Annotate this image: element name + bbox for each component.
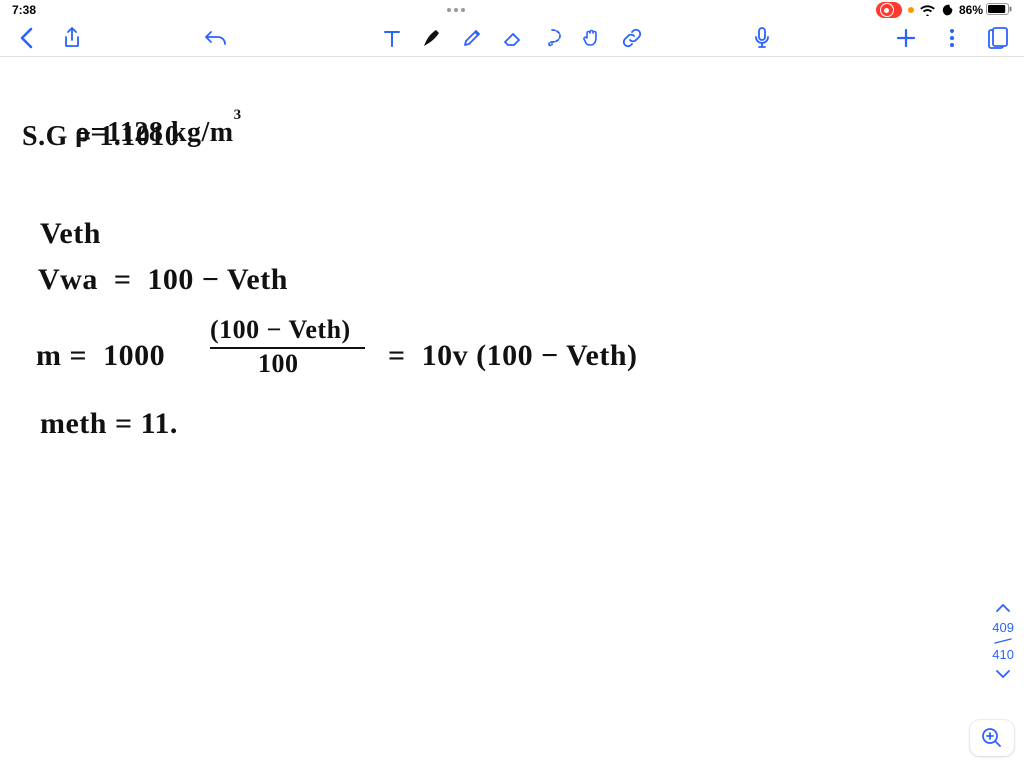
undo-button[interactable] xyxy=(204,26,228,50)
pages-panel-button[interactable] xyxy=(986,26,1010,50)
pen-tool-button[interactable] xyxy=(420,26,444,50)
zoom-button[interactable] xyxy=(970,720,1014,756)
note-fraction: (100 − Veth) 100 xyxy=(210,315,365,379)
note-line-2: S.G = 1.1010 xyxy=(22,121,179,153)
ipad-status-bar: 7:38 86% xyxy=(0,0,1024,20)
dnd-moon-icon xyxy=(941,4,953,16)
add-button[interactable] xyxy=(894,26,918,50)
back-button[interactable] xyxy=(14,26,38,50)
page-divider-icon xyxy=(993,637,1013,645)
handwritten-content: ρ=1128 kg/m3 S.G = 1.1010 Veth Vwa = 100… xyxy=(0,57,1024,768)
more-button[interactable] xyxy=(940,26,964,50)
text-tool-button[interactable] xyxy=(380,26,404,50)
link-tool-button[interactable] xyxy=(620,26,644,50)
microphone-button[interactable] xyxy=(750,26,774,50)
total-pages[interactable]: 410 xyxy=(992,647,1014,662)
battery-indicator: 86% xyxy=(959,3,1012,18)
note-line-3: Veth xyxy=(40,217,101,251)
note-line-5b: = 10v (100 − Veth) xyxy=(380,339,638,373)
mic-in-use-dot xyxy=(908,7,914,13)
pencil-tool-button[interactable] xyxy=(460,26,484,50)
hand-tool-button[interactable] xyxy=(580,26,604,50)
share-button[interactable] xyxy=(60,26,84,50)
note-canvas[interactable]: ρ=1128 kg/m3 S.G = 1.1010 Veth Vwa = 100… xyxy=(0,57,1024,768)
status-time: 7:38 xyxy=(12,3,36,17)
wifi-icon xyxy=(920,5,935,16)
eraser-tool-button[interactable] xyxy=(500,26,524,50)
current-page[interactable]: 409 xyxy=(992,620,1014,635)
note-line-4: Vwa = 100 − Veth xyxy=(38,263,288,297)
page-up-button[interactable] xyxy=(993,598,1013,618)
battery-percentage: 86% xyxy=(959,3,983,17)
app-toolbar xyxy=(0,20,1024,56)
page-navigator: 409 410 xyxy=(992,598,1014,684)
lasso-tool-button[interactable] xyxy=(540,26,564,50)
multitask-dots[interactable] xyxy=(447,8,465,12)
page-down-button[interactable] xyxy=(993,664,1013,684)
note-line-6: meth = 11. xyxy=(40,407,178,441)
screen-recording-indicator[interactable] xyxy=(876,2,902,18)
note-line-5a: m = 1000 xyxy=(36,339,173,373)
